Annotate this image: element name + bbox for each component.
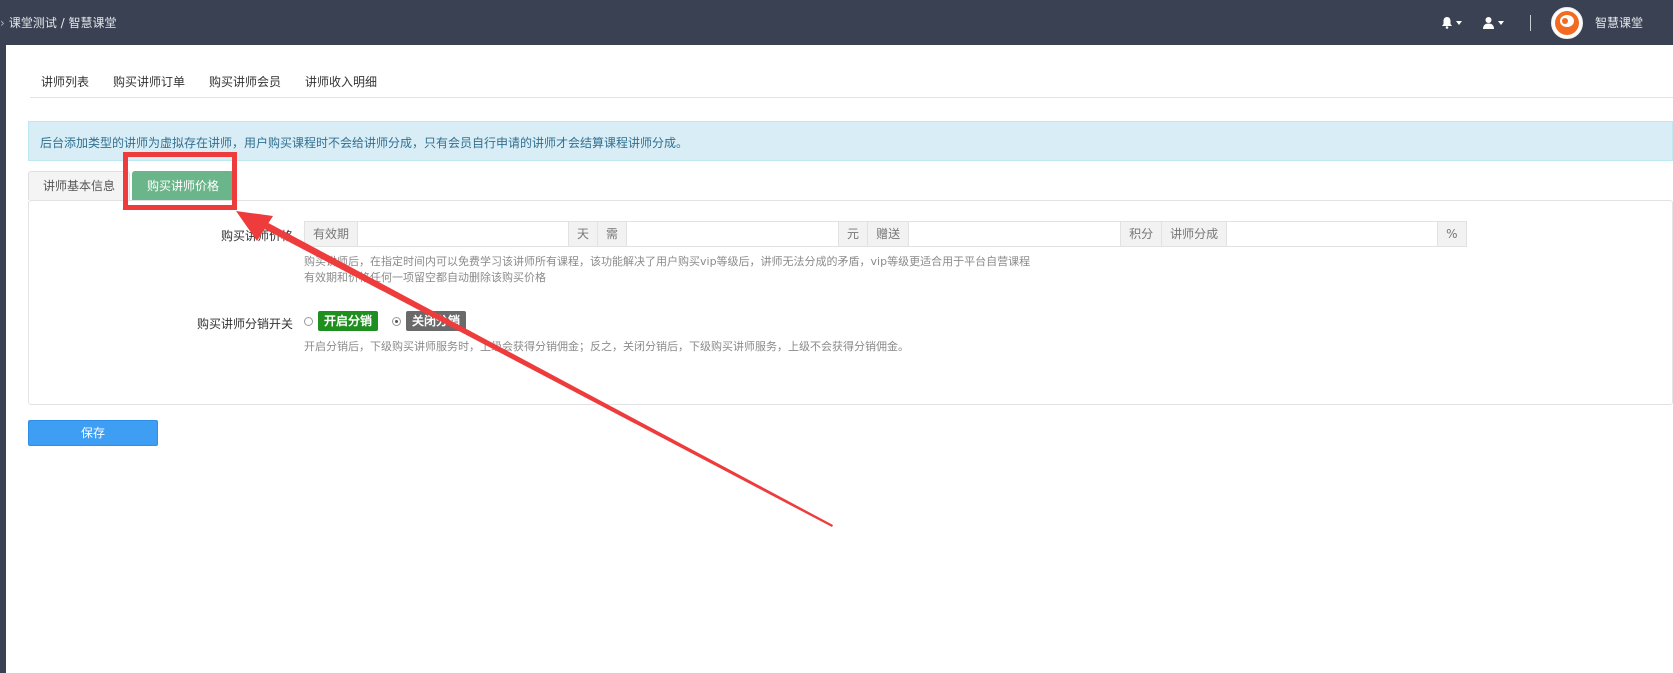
price-help-1: 购买讲师后，在指定时间内可以免费学习该讲师所有课程，该功能解决了用户购买vip等… [304,255,1031,268]
distribution-help: 开启分销后，下级购买讲师服务时，上级会获得分销佣金；反之，关闭分销后，下级购买讲… [304,340,909,353]
brand-logo[interactable] [1550,6,1583,39]
share-addon: 讲师分成 [1162,222,1228,246]
validity-addon: 有效期 [305,222,359,246]
notifications-dropdown[interactable] [1441,16,1462,29]
yuan-addon: 元 [839,222,869,246]
highlight-annotation-box [123,152,237,210]
need-addon: 需 [598,222,628,246]
price-label: 购买讲师价格 [220,229,293,243]
brand-name[interactable]: 智慧课堂 [1595,14,1643,31]
distribution-off-radio[interactable] [392,316,402,326]
breadcrumb: › 课堂测试 / 智慧课堂 [0,14,117,31]
distribution-label: 购买讲师分销开关 [196,317,293,331]
main-nav-tabs: 讲师列表 购买讲师订单 购买讲师会员 讲师收入明细 [30,70,1673,98]
user-dropdown[interactable] [1482,16,1504,29]
share-input[interactable] [1227,222,1439,246]
validity-input[interactable] [358,222,570,246]
price-input-group: 有效期 天 需 元 赠送 积分 讲师分成 % [304,221,1467,247]
user-icon [1482,17,1494,29]
info-alert: 后台添加类型的讲师为虚拟存在讲师，用户购买课程时不会给讲师分成，只有会员自行申请… [28,121,1673,161]
points-addon: 积分 [1121,222,1163,246]
top-navbar: › 课堂测试 / 智慧课堂 智慧课堂 [0,0,1673,45]
chevron-right-icon: › [0,16,5,30]
distribution-on-badge[interactable]: 开启分销 [318,311,379,331]
top-right-actions: 智慧课堂 [1421,0,1643,45]
breadcrumb-text: 课堂测试 / 智慧课堂 [8,16,117,30]
left-sidebar-edge [0,45,6,673]
price-input[interactable] [627,222,840,246]
gift-addon: 赠送 [868,222,910,246]
price-help-2: 有效期和价格任何一项留空都自动删除该购买价格 [304,271,546,284]
tab-teacher-membership[interactable]: 购买讲师会员 [198,70,292,94]
distribution-off-badge[interactable]: 关闭分销 [406,311,467,331]
percent-addon: % [1438,222,1466,246]
day-addon: 天 [569,222,599,246]
save-button[interactable]: 保存 [28,420,158,446]
bell-icon [1441,17,1452,29]
tab-teacher-list[interactable]: 讲师列表 [30,70,100,94]
tab-basic-info[interactable]: 讲师基本信息 [28,171,131,200]
tab-teacher-income[interactable]: 讲师收入明细 [294,70,388,94]
distribution-radio-group: 开启分销 关闭分销 [304,311,467,331]
divider [1529,14,1531,31]
gift-points-input[interactable] [909,222,1122,246]
caret-down-icon [1455,20,1462,25]
tab-teacher-orders[interactable]: 购买讲师订单 [102,70,196,94]
caret-down-icon [1497,20,1504,25]
distribution-on-radio[interactable] [304,316,313,326]
